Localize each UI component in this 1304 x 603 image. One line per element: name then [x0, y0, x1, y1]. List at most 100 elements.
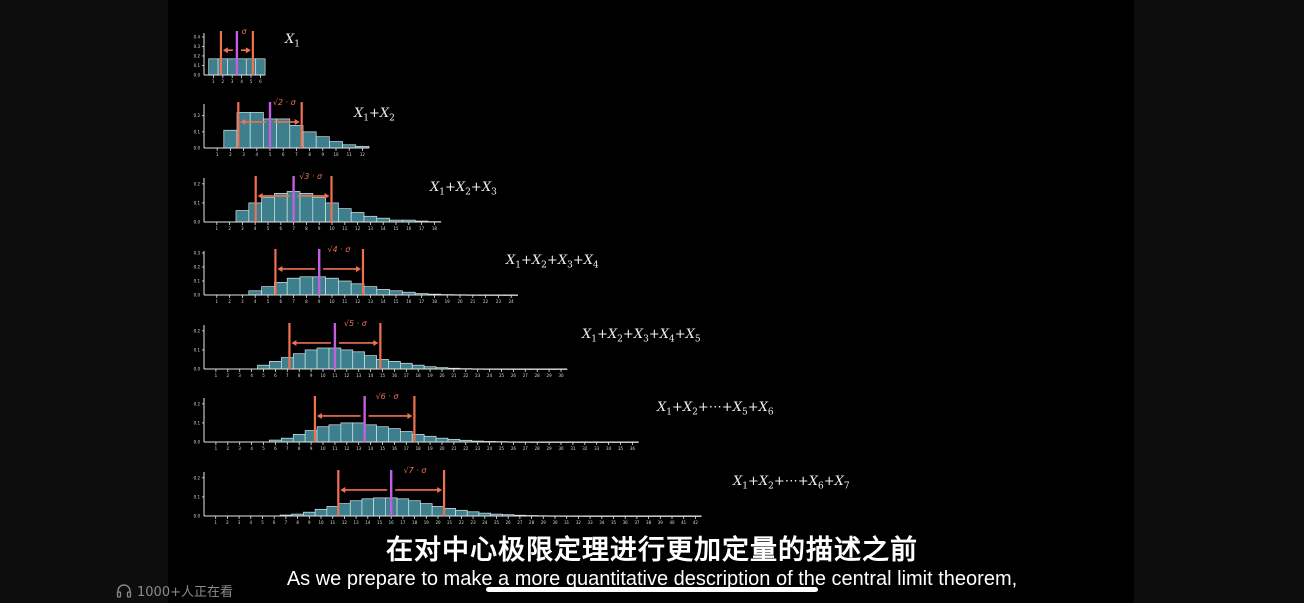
histogram-bar	[455, 509, 468, 517]
histogram-bar	[315, 136, 330, 149]
x-tick-label: 3	[238, 373, 241, 378]
x-tick-label: 34	[599, 520, 605, 525]
histogram-bar	[411, 364, 425, 370]
x-tick-label: 12	[344, 373, 350, 378]
x-tick-label: 3	[242, 152, 245, 157]
histogram-bar	[376, 359, 389, 370]
x-tick-label: 19	[428, 446, 434, 451]
histogram-bar	[302, 131, 317, 149]
y-tick-label: 0.2	[194, 113, 201, 118]
formula-operator: +	[546, 253, 558, 268]
arrowhead-right	[437, 486, 443, 493]
x-tick-label: 18	[432, 299, 438, 304]
x-tick-label: 20	[435, 520, 441, 525]
x-tick-label: 2	[229, 152, 232, 157]
histogram-bar	[349, 500, 363, 517]
x-tick-label: 40	[669, 520, 675, 525]
x-tick-label: 7	[286, 446, 289, 451]
arrowhead-right	[245, 47, 251, 54]
x-tick-label: 8	[298, 446, 301, 451]
histogram-panel-7: 1 2 3 4 5 6 7 8 9 10 11 12 13 14 15 16 17 18 19 20 21 22 23 24 2…	[194, 466, 702, 525]
x-tick-label: 31	[570, 446, 576, 451]
histogram-bar	[235, 210, 250, 223]
x-tick-label: 14	[381, 226, 387, 231]
video-progress-bar[interactable]	[486, 587, 818, 592]
y-tick-label: 0.2	[194, 181, 201, 186]
x-tick-label: 21	[451, 373, 457, 378]
arrowhead-left	[340, 486, 346, 493]
sum-formula-4: X1+X2+X3+X4	[506, 253, 599, 271]
histogram-bar	[286, 277, 301, 296]
histogram-bar	[408, 500, 421, 517]
x-tick-label: 25	[499, 446, 505, 451]
y-tick-label: 0.0	[194, 220, 201, 225]
x-tick-label: 4	[256, 152, 259, 157]
x-tick-label: 6	[259, 79, 262, 84]
x-tick-label: 4	[254, 299, 257, 304]
x-tick-label: 26	[506, 520, 512, 525]
x-tick-label: 3	[231, 79, 234, 84]
y-tick-label: 0.0	[194, 367, 201, 372]
x-tick-label: 32	[576, 520, 582, 525]
histogram-bar	[338, 503, 351, 517]
x-tick-label: 11	[342, 226, 348, 231]
arrowhead-right	[324, 192, 330, 199]
x-tick-label: 4	[250, 373, 253, 378]
x-tick-label: 25	[499, 373, 505, 378]
x-tick-label: 2	[228, 226, 231, 231]
sigma-label: σ	[242, 27, 248, 36]
x-tick-label: 11	[347, 152, 353, 157]
formula-variable: X7	[834, 474, 850, 492]
sigma-label: √4 · σ	[327, 245, 351, 254]
formula-variable: X4	[583, 253, 599, 271]
sum-formula-5: X1+X2+X3+X4+X5	[582, 327, 701, 345]
formula-subscript: 2	[389, 113, 395, 124]
arrowhead-left	[257, 192, 263, 199]
x-tick-label: 12	[344, 446, 350, 451]
video-frame[interactable]: 1 2 3 4 5 6 0.1 0.2 0.3 0.4 0.0 σ 1 2 3 4 5 6 7 8 9 10 11 12 0.1…	[168, 0, 1134, 603]
x-tick-label: 8	[296, 520, 299, 525]
x-tick-label: 24	[482, 520, 488, 525]
x-tick-label: 30	[552, 520, 558, 525]
histogram-bar	[223, 129, 238, 149]
formula-operator: +	[572, 253, 584, 268]
histogram-panel-3: 1 2 3 4 5 6 7 8 9 10 11 12 13 14 15 16 17 180.10.20.0√3 ·…	[194, 172, 442, 231]
x-tick-label: 7	[285, 520, 288, 525]
x-tick-label: 34	[606, 446, 612, 451]
x-tick-label: 1	[216, 226, 219, 231]
x-tick-label: 10	[333, 152, 339, 157]
x-tick-label: 12	[355, 299, 361, 304]
x-tick-label: 33	[594, 446, 600, 451]
x-tick-label: 1	[215, 373, 218, 378]
formula-operator: +	[622, 327, 634, 342]
x-tick-label: 15	[380, 373, 386, 378]
histogram-bar	[431, 506, 445, 517]
x-tick-label: 6	[273, 520, 276, 525]
formula-operator: +	[470, 180, 482, 195]
x-tick-label: 2	[222, 79, 225, 84]
formula-operator: +	[674, 327, 686, 342]
histogram-bar	[376, 426, 389, 443]
y-tick-label: 0.1	[194, 200, 201, 205]
sum-formula-6: X1+X2+⋯+X5+X6	[657, 400, 774, 418]
histogram-bar	[261, 286, 275, 296]
x-tick-label: 9	[318, 226, 321, 231]
x-tick-label: 4	[250, 520, 253, 525]
x-tick-label: 39	[658, 520, 664, 525]
x-tick-label: 9	[310, 373, 313, 378]
x-tick-label: 29	[541, 520, 547, 525]
x-tick-label: 36	[630, 446, 636, 451]
histogram-bar	[340, 422, 354, 443]
formula-variable: X2	[455, 180, 471, 198]
y-tick-label: 0.0	[194, 440, 201, 445]
histogram-bar	[269, 361, 282, 370]
x-tick-label: 11	[342, 299, 348, 304]
x-tick-label: 25	[494, 520, 500, 525]
arrowhead-right	[407, 412, 413, 419]
histogram-bar	[435, 437, 449, 443]
x-tick-label: 10	[318, 520, 324, 525]
x-tick-label: 19	[424, 520, 430, 525]
histogram-bar	[376, 289, 390, 296]
sum-formula-1: X1	[285, 32, 300, 50]
formula-variable: X1	[354, 106, 369, 124]
